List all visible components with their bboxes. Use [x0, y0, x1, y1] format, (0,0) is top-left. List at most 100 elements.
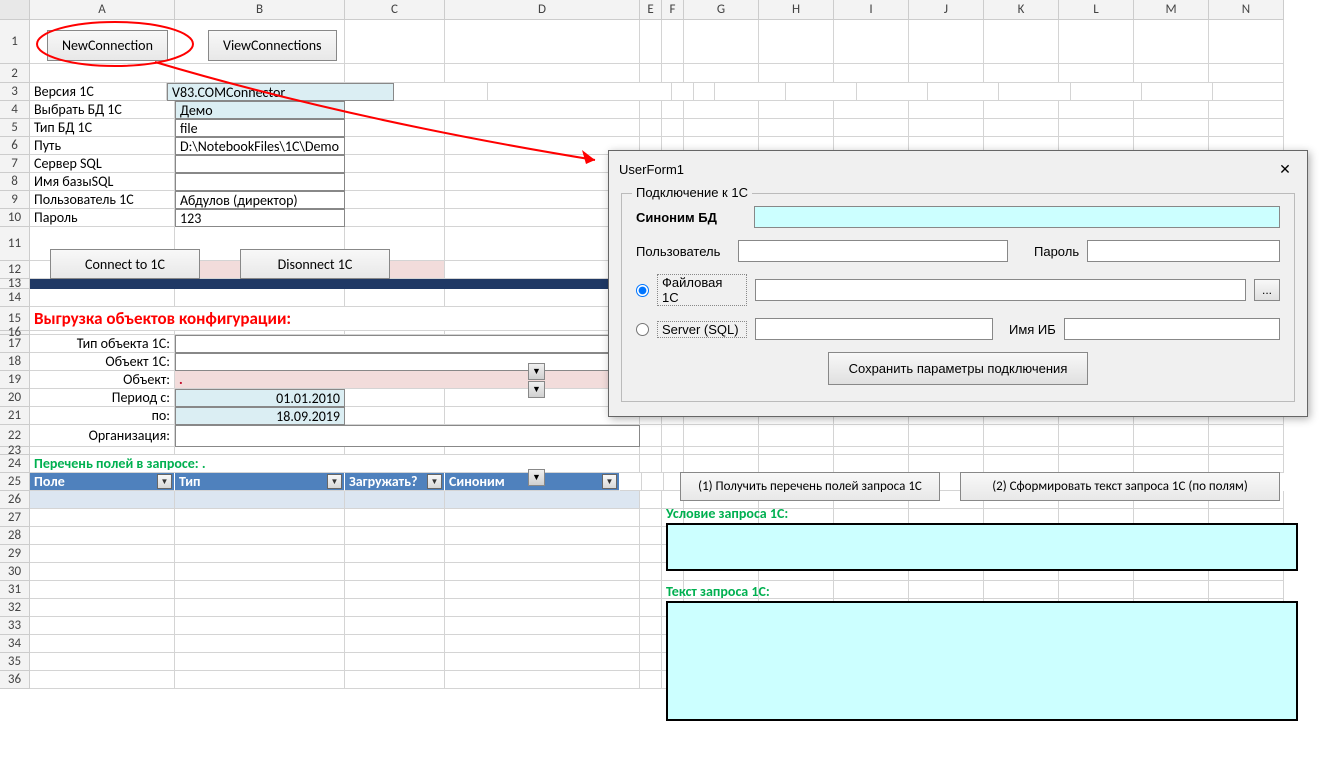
value-path: D:\NotebookFiles\1C\Demo — [175, 137, 345, 155]
row-header-1[interactable]: 1 — [0, 20, 30, 64]
query-text-box[interactable] — [666, 601, 1298, 721]
row-header-11[interactable]: 11 — [0, 227, 30, 261]
value-dbtype: file — [175, 119, 345, 137]
server-radio-label[interactable]: Server (SQL) — [657, 321, 747, 338]
value-selectdb: Демо — [175, 101, 345, 119]
new-connection-button[interactable]: NewConnection — [47, 30, 168, 61]
table-header-2[interactable]: Загружать?▼ — [345, 473, 445, 491]
synonym-input[interactable] — [754, 206, 1280, 228]
value-user: Абдулов (директор) — [175, 191, 345, 209]
label-org: Организация: — [30, 425, 175, 447]
column-header-H[interactable]: H — [759, 0, 834, 20]
column-header-M[interactable]: M — [1134, 0, 1209, 20]
row-header-33[interactable]: 33 — [0, 617, 30, 635]
row-header-30[interactable]: 30 — [0, 563, 30, 581]
row-header-6[interactable]: 6 — [0, 137, 30, 155]
file-path-input[interactable] — [755, 279, 1246, 301]
query-condition-box[interactable] — [666, 523, 1298, 571]
server-input[interactable] — [755, 318, 993, 340]
label-sqlname: Имя базыSQL — [30, 173, 175, 191]
row-headers: 1234567891011121314151617181920212223242… — [0, 20, 30, 689]
label-period-to: по: — [30, 407, 175, 425]
row-header-36[interactable]: 36 — [0, 671, 30, 689]
close-icon[interactable]: ✕ — [1273, 157, 1297, 181]
select-all-corner[interactable] — [0, 0, 30, 20]
filter-icon[interactable]: ▼ — [157, 474, 172, 489]
value-object1c[interactable] — [175, 353, 640, 371]
column-header-D[interactable]: D — [445, 0, 640, 20]
row-header-29[interactable]: 29 — [0, 545, 30, 563]
row-header-8[interactable]: 8 — [0, 173, 30, 191]
row-header-35[interactable]: 35 — [0, 653, 30, 671]
file-radio-label[interactable]: Файловая 1С — [657, 274, 747, 306]
get-fields-button[interactable]: (1) Получить перечень полей запроса 1С — [680, 472, 940, 501]
user-label: Пользователь — [636, 244, 730, 259]
user-input[interactable] — [738, 240, 1008, 262]
row-header-3[interactable]: 3 — [0, 83, 30, 101]
disconnect-button[interactable]: Disonnect 1C — [240, 249, 390, 279]
filter-icon[interactable]: ▼ — [427, 474, 442, 489]
label-user: Пользователь 1С — [30, 191, 175, 209]
value-org[interactable] — [175, 425, 640, 447]
column-header-J[interactable]: J — [909, 0, 984, 20]
row-header-28[interactable]: 28 — [0, 527, 30, 545]
ibname-input[interactable] — [1064, 318, 1280, 340]
org-dropdown-icon[interactable]: ▼ — [528, 469, 545, 486]
column-header-I[interactable]: I — [834, 0, 909, 20]
row-header-20[interactable]: 20 — [0, 389, 30, 407]
value-object: . — [175, 371, 662, 389]
column-header-C[interactable]: C — [345, 0, 445, 20]
column-header-K[interactable]: K — [984, 0, 1059, 20]
value-sqlserver — [175, 155, 345, 173]
row-header-19[interactable]: 19 — [0, 371, 30, 389]
table-header-1[interactable]: Тип▼ — [175, 473, 345, 491]
form-text-button[interactable]: (2) Сформировать текст запроса 1С (по по… — [960, 472, 1280, 501]
view-connections-button[interactable]: ViewConnections — [208, 30, 337, 61]
row-header-17[interactable]: 17 — [0, 335, 30, 353]
row-header-13[interactable]: 13 — [0, 279, 30, 289]
row-header-34[interactable]: 34 — [0, 635, 30, 653]
row-header-25[interactable]: 25 — [0, 473, 30, 491]
column-header-A[interactable]: A — [30, 0, 175, 20]
type-object-dropdown-icon[interactable]: ▼ — [528, 363, 545, 380]
row-header-27[interactable]: 27 — [0, 509, 30, 527]
row-header-9[interactable]: 9 — [0, 191, 30, 209]
file-radio[interactable] — [636, 284, 649, 297]
value-period-to: 18.09.2019 — [175, 407, 345, 425]
row-header-32[interactable]: 32 — [0, 599, 30, 617]
label-dbtype: Тип БД 1С — [30, 119, 175, 137]
object-dropdown-icon[interactable]: ▼ — [528, 381, 545, 398]
column-header-E[interactable]: E — [640, 0, 662, 20]
column-header-N[interactable]: N — [1209, 0, 1284, 20]
row-header-5[interactable]: 5 — [0, 119, 30, 137]
server-radio[interactable] — [636, 323, 649, 336]
row-header-7[interactable]: 7 — [0, 155, 30, 173]
connection-fieldset: Подключение к 1С Синоним БД Пользователь… — [621, 193, 1295, 402]
connect-button[interactable]: Connect to 1C — [50, 249, 200, 279]
fields-heading: Перечень полей в запросе: . — [30, 455, 640, 473]
row-header-10[interactable]: 10 — [0, 209, 30, 227]
column-header-G[interactable]: G — [684, 0, 759, 20]
row-header-26[interactable]: 26 — [0, 491, 30, 509]
column-header-B[interactable]: B — [175, 0, 345, 20]
query-text-label: Текст запроса 1С: — [666, 583, 770, 600]
row-header-14[interactable]: 14 — [0, 289, 30, 307]
browse-button[interactable]: ... — [1254, 279, 1280, 301]
filter-icon[interactable]: ▼ — [602, 474, 617, 489]
row-header-18[interactable]: 18 — [0, 353, 30, 371]
row-header-31[interactable]: 31 — [0, 581, 30, 599]
row-header-21[interactable]: 21 — [0, 407, 30, 425]
row-header-4[interactable]: 4 — [0, 101, 30, 119]
row-header-23[interactable]: 23 — [0, 447, 30, 455]
synonym-label: Синоним БД — [636, 210, 746, 225]
save-params-button[interactable]: Сохранить параметры подключения — [828, 352, 1089, 385]
fieldset-legend: Подключение к 1С — [632, 185, 752, 200]
table-header-0[interactable]: Поле▼ — [30, 473, 175, 491]
row-header-24[interactable]: 24 — [0, 455, 30, 473]
column-header-L[interactable]: L — [1059, 0, 1134, 20]
password-input[interactable] — [1087, 240, 1280, 262]
value-type-object[interactable] — [175, 335, 640, 353]
filter-icon[interactable]: ▼ — [327, 474, 342, 489]
column-header-F[interactable]: F — [662, 0, 684, 20]
row-header-2[interactable]: 2 — [0, 64, 30, 83]
